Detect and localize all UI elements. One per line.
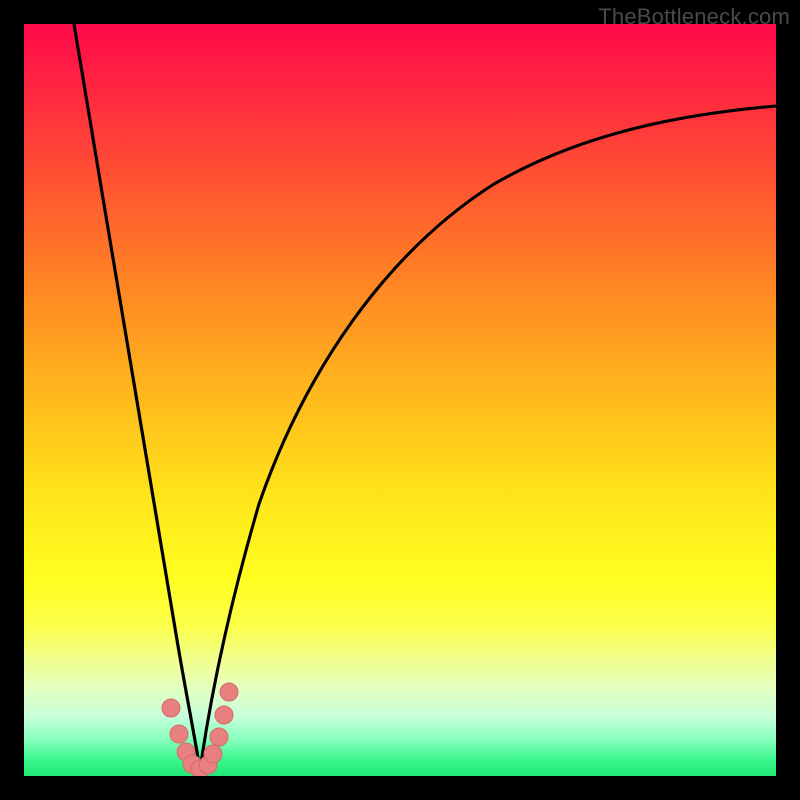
dot xyxy=(162,699,180,717)
dip-marker-dots xyxy=(162,683,238,776)
left-curve-path xyxy=(74,24,200,770)
plot-area xyxy=(24,24,776,776)
dot xyxy=(210,728,228,746)
dot xyxy=(220,683,238,701)
right-curve-path xyxy=(200,106,776,770)
chart-curves-svg xyxy=(24,24,776,776)
dot xyxy=(215,706,233,724)
dot xyxy=(170,725,188,743)
dot xyxy=(204,745,222,763)
chart-frame: TheBottleneck.com xyxy=(0,0,800,800)
